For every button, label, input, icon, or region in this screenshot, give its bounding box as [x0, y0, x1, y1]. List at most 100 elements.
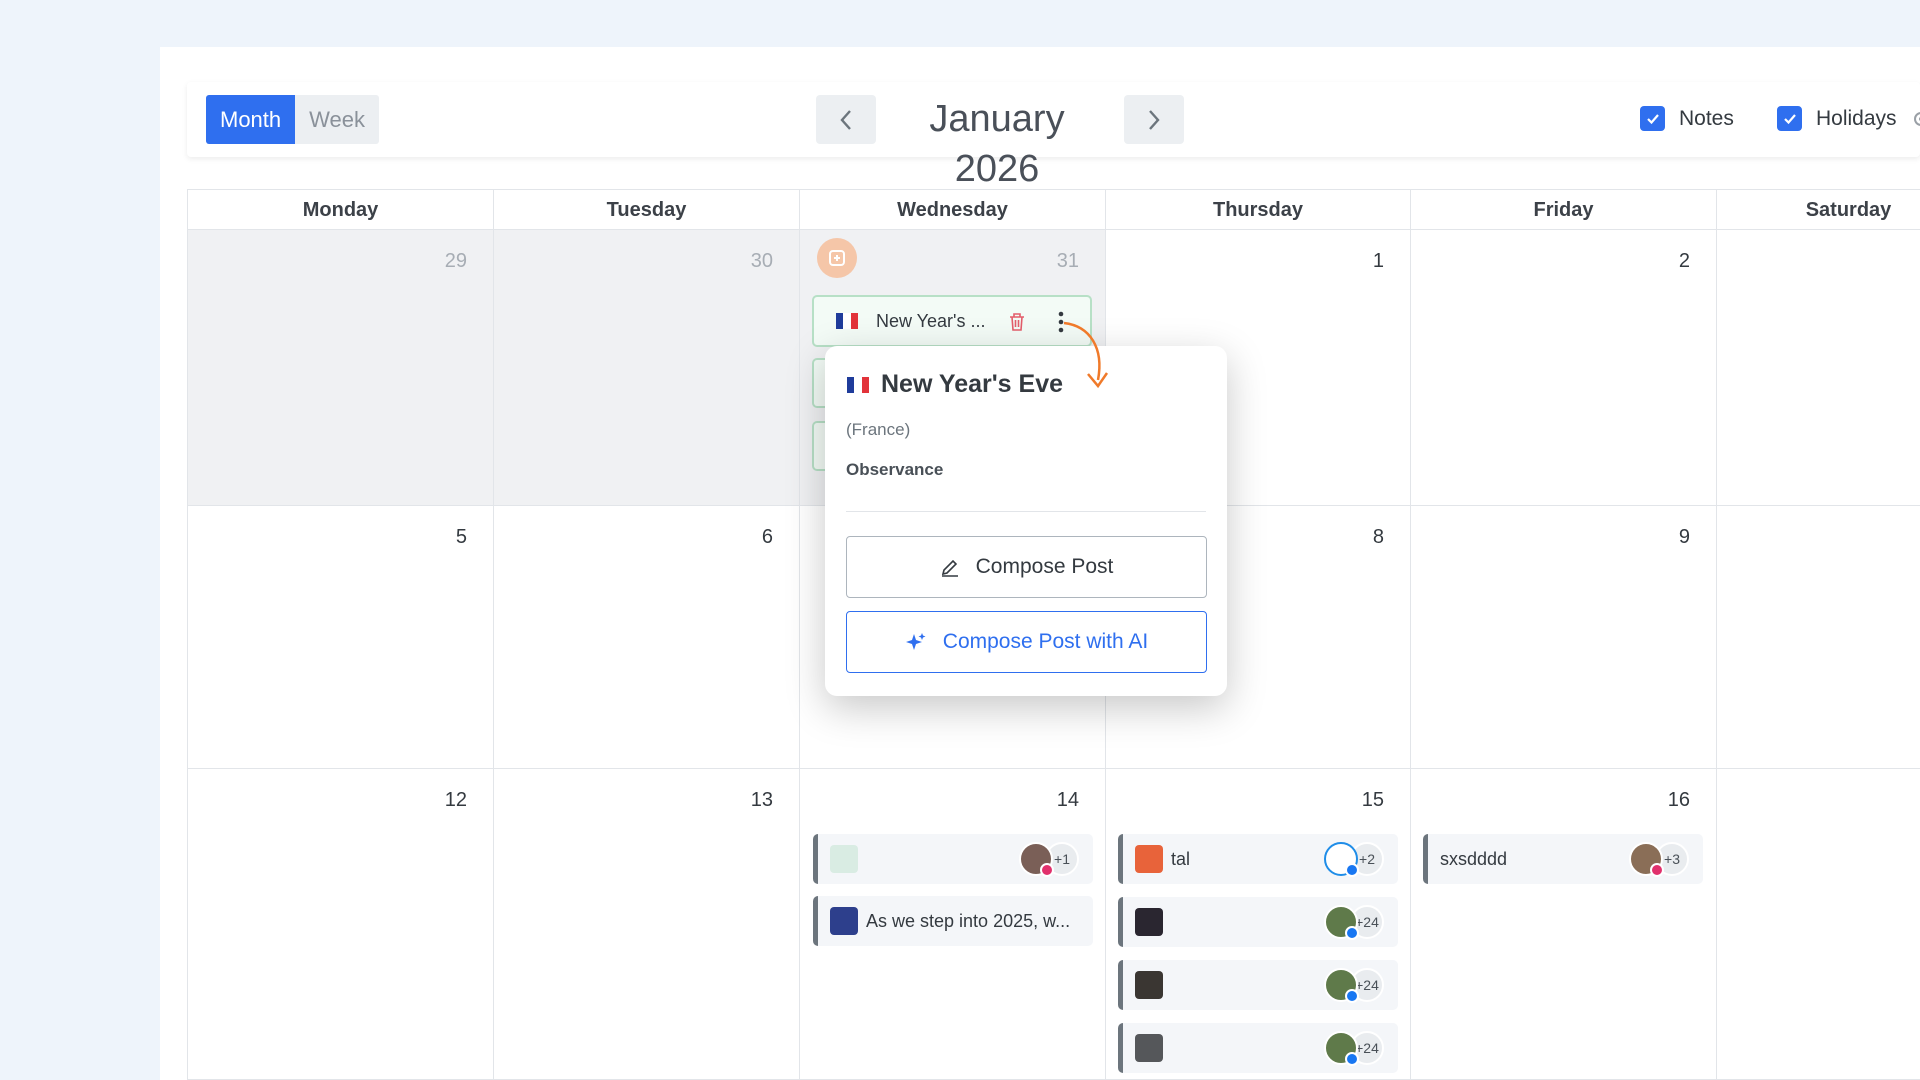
- avatar: [1324, 905, 1359, 940]
- scheduled-post[interactable]: +24: [1118, 897, 1398, 947]
- weekday-header: Tuesday: [493, 189, 799, 230]
- scheduled-post[interactable]: +1: [813, 834, 1093, 884]
- avatar: [1629, 842, 1664, 877]
- account-avatars: +1: [1019, 842, 1079, 877]
- day-cell[interactable]: 9: [1410, 506, 1716, 769]
- post-thumbnail: [1135, 971, 1163, 999]
- holidays-label: Holidays: [1816, 106, 1897, 130]
- day-cell[interactable]: 12: [187, 769, 493, 1080]
- day-cell[interactable]: 2: [1410, 230, 1716, 506]
- day-number: 2: [1678, 250, 1690, 272]
- annotation-arrow-icon: [1063, 321, 1109, 389]
- account-avatars: +24: [1324, 968, 1384, 1003]
- day-number: 30: [750, 250, 773, 272]
- popover-title: New Year's Eve: [847, 370, 1063, 399]
- weekday-header: Wednesday: [799, 189, 1105, 230]
- prev-month-button[interactable]: [816, 95, 876, 144]
- view-toggle: Month Week: [206, 95, 379, 144]
- day-cell[interactable]: 5: [187, 506, 493, 769]
- day-cell[interactable]: 13: [493, 769, 799, 1080]
- notes-label: Notes: [1679, 106, 1734, 130]
- account-avatars: +24: [1324, 1031, 1384, 1066]
- post-thumbnail: [830, 845, 858, 873]
- compose-ai-label: Compose Post with AI: [942, 630, 1149, 653]
- day-number: 15: [1361, 789, 1384, 811]
- scheduled-post[interactable]: As we step into 2025, w...: [813, 896, 1093, 946]
- day-cell[interactable]: 30: [493, 230, 799, 506]
- holidays-toggle[interactable]: Holidays: [1777, 106, 1920, 131]
- notes-toggle[interactable]: Notes: [1640, 106, 1734, 131]
- weekday-header: Saturday: [1716, 189, 1920, 230]
- weekday-header: Monday: [187, 189, 493, 230]
- day-number: 13: [750, 789, 773, 811]
- holidays-checkbox[interactable]: [1777, 106, 1802, 131]
- day-number: 8: [1372, 526, 1384, 548]
- france-flag-icon: [836, 313, 858, 329]
- day-number: 9: [1678, 526, 1690, 548]
- chevron-left-icon: [840, 109, 851, 130]
- check-icon: [1783, 113, 1796, 124]
- post-text: tal: [1171, 848, 1191, 869]
- trash-icon[interactable]: [1008, 312, 1026, 332]
- holiday-country: (France): [846, 420, 911, 439]
- holiday-type: Observance: [846, 460, 944, 479]
- post-thumbnail: [1135, 845, 1163, 873]
- holiday-chip[interactable]: New Year's ...: [812, 295, 1092, 347]
- holiday-popover: New Year's Eve (France) Observance Compo…: [825, 346, 1227, 696]
- scheduled-post[interactable]: sxsdddd +3: [1423, 834, 1703, 884]
- instagram-icon: [1040, 863, 1054, 877]
- week-view-button[interactable]: Week: [295, 95, 379, 144]
- post-thumbnail: [830, 907, 858, 935]
- weekday-header: Thursday: [1105, 189, 1410, 230]
- post-thumbnail: [1135, 908, 1163, 936]
- notes-checkbox[interactable]: [1640, 106, 1665, 131]
- france-flag-icon: [847, 376, 869, 393]
- avatar: [1324, 968, 1359, 1003]
- month-title: January 2026: [929, 98, 1065, 190]
- check-icon: [1646, 113, 1659, 124]
- post-thumbnail: [1135, 1034, 1163, 1062]
- month-view-button[interactable]: Month: [206, 95, 296, 144]
- account-avatars: +2: [1324, 842, 1384, 877]
- scheduled-post[interactable]: +24: [1118, 1023, 1398, 1073]
- scheduled-post[interactable]: +24: [1118, 960, 1398, 1010]
- day-cell[interactable]: [1716, 506, 1920, 769]
- scheduled-post[interactable]: tal +2: [1118, 834, 1398, 884]
- facebook-icon: [1345, 1052, 1359, 1066]
- day-cell[interactable]: 6: [493, 506, 799, 769]
- account-avatars: +24: [1324, 905, 1384, 940]
- compose-ai-button[interactable]: Compose Post with AI: [846, 611, 1207, 673]
- gear-icon[interactable]: [1911, 109, 1920, 129]
- chevron-right-icon: [1149, 109, 1160, 130]
- day-number: 6: [761, 526, 773, 548]
- day-cell[interactable]: 15 tal +2 +24 +24 +24: [1105, 769, 1410, 1080]
- avatar: [1019, 842, 1054, 877]
- day-number: 1: [1372, 250, 1384, 272]
- account-avatars: +3: [1629, 842, 1689, 877]
- holiday-name: New Year's Eve: [881, 370, 1064, 398]
- day-cell[interactable]: [1716, 769, 1920, 1080]
- calendar-toolbar: Month Week January 2026 Notes Holidays: [187, 82, 1920, 190]
- compose-post-label: Compose Post: [975, 555, 1114, 578]
- day-number: 31: [1056, 250, 1079, 272]
- add-note-icon[interactable]: [817, 238, 857, 278]
- next-month-button[interactable]: [1124, 95, 1184, 144]
- facebook-icon: [1345, 989, 1359, 1003]
- avatar: [1324, 842, 1359, 877]
- day-number: 29: [444, 250, 467, 272]
- pencil-icon: [941, 559, 958, 577]
- post-text: sxsdddd: [1440, 848, 1508, 869]
- day-cell[interactable]: 16 sxsdddd +3: [1410, 769, 1716, 1080]
- divider: [846, 511, 1206, 512]
- sparkles-icon: [905, 633, 926, 650]
- post-text: As we step into 2025, w...: [866, 910, 1071, 931]
- day-cell[interactable]: 29: [187, 230, 493, 506]
- instagram-icon: [1650, 863, 1664, 877]
- day-number: 14: [1056, 789, 1079, 811]
- day-number: 12: [444, 789, 467, 811]
- weekday-header: Friday: [1410, 189, 1716, 230]
- compose-post-button[interactable]: Compose Post: [846, 536, 1207, 598]
- day-cell[interactable]: 14 +1 As we step into 2025, w...: [799, 769, 1105, 1080]
- avatar: [1324, 1031, 1359, 1066]
- day-cell[interactable]: [1716, 230, 1920, 506]
